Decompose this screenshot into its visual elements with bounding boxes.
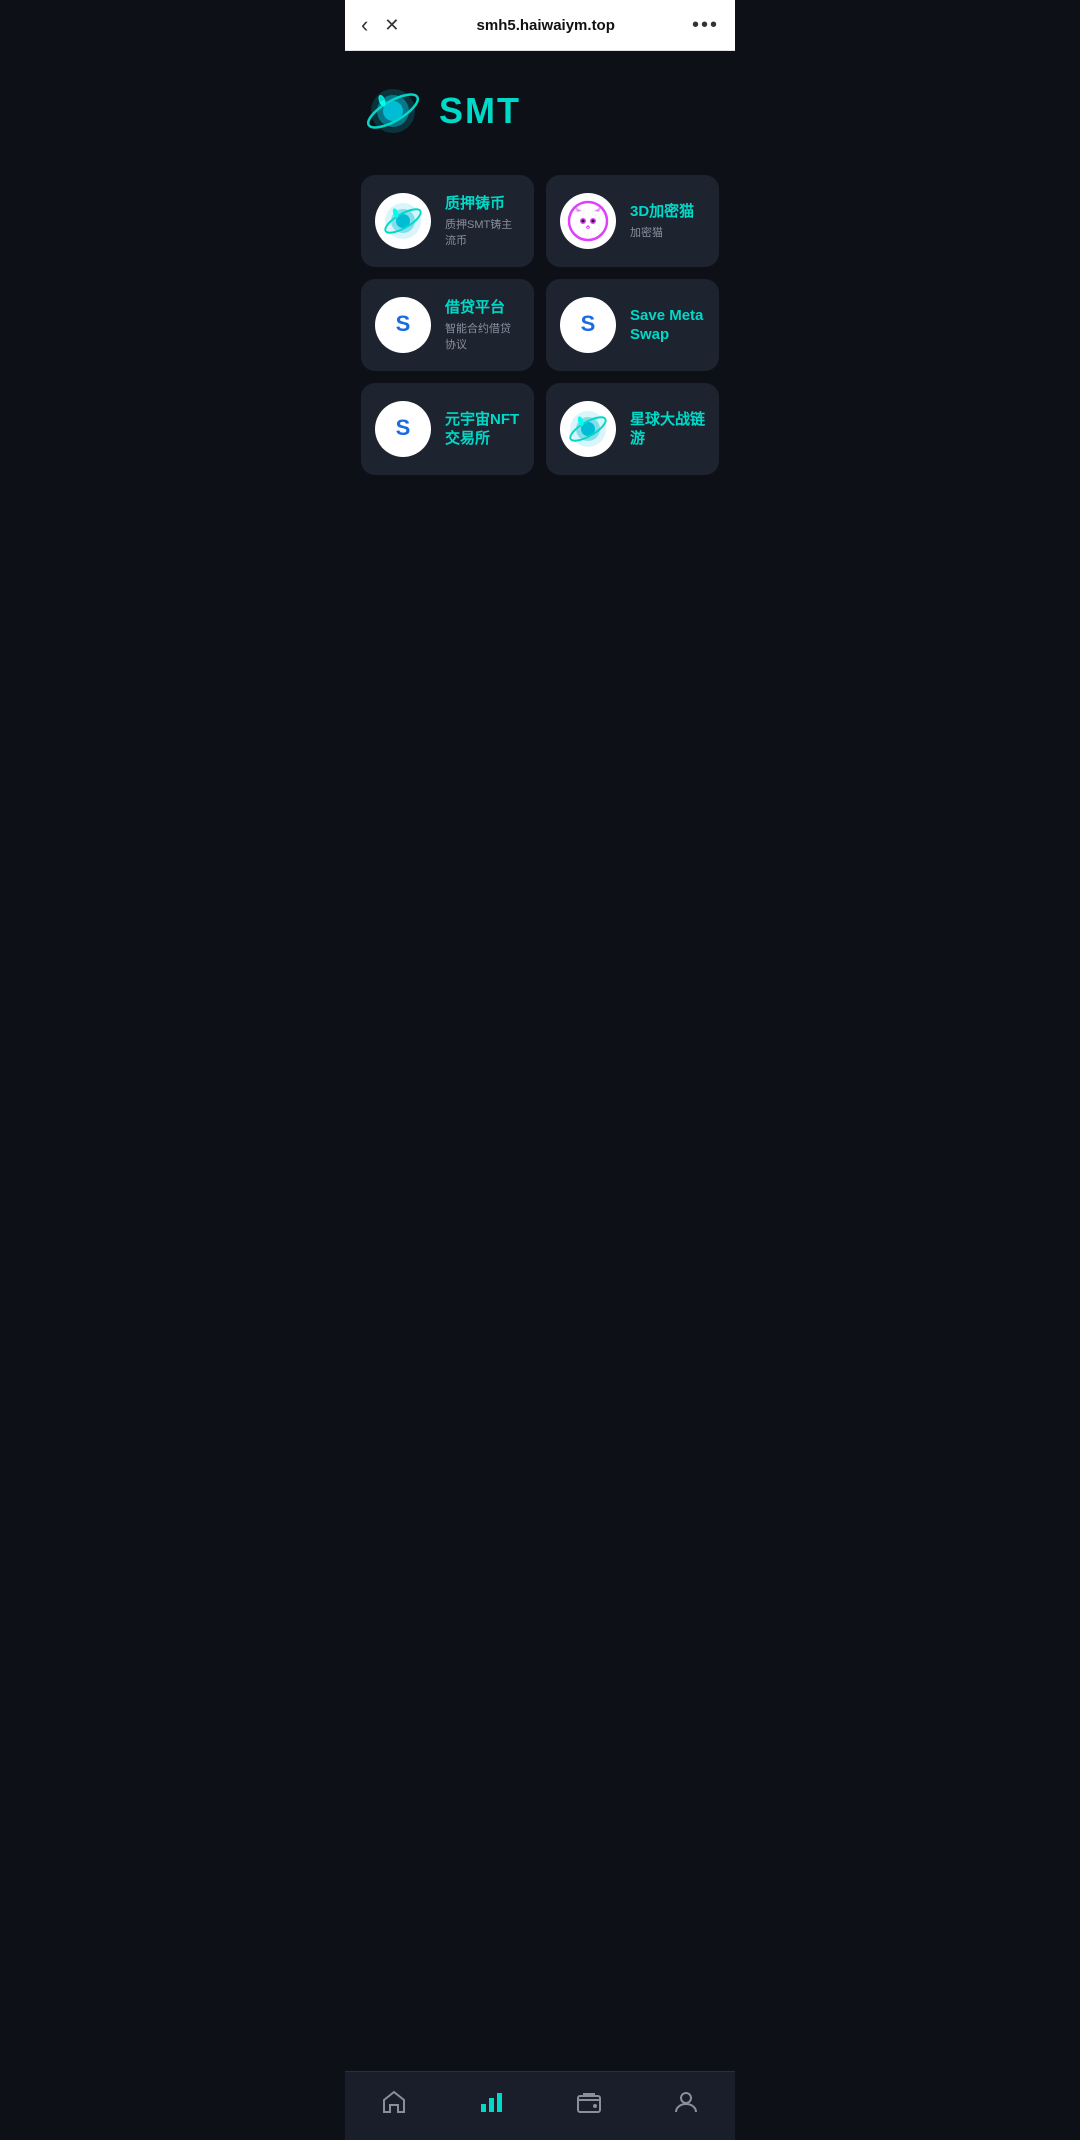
chart-icon <box>477 2088 505 2116</box>
card-subtitle-1: 质押SMT铸主流币 <box>445 216 520 248</box>
home-icon <box>380 2088 408 2116</box>
card-icon-smt2 <box>560 401 616 457</box>
svg-text:S: S <box>396 415 411 440</box>
card-nft[interactable]: S 元宇宙NFT交易所 <box>361 383 534 475</box>
browser-bar: ‹ ✕ smh5.haiwaiym.top ••• <box>345 0 735 51</box>
card-icon-shapeshift-1: S <box>375 297 431 353</box>
card-text-4: Save Meta Swap <box>630 306 705 345</box>
wallet-icon <box>575 2088 603 2116</box>
card-title-1: 质押铸币 <box>445 194 520 214</box>
card-icon-shapeshift-2: S <box>560 297 616 353</box>
card-text-5: 元宇宙NFT交易所 <box>445 410 520 449</box>
nav-profile[interactable] <box>660 2084 712 2120</box>
svg-text:S: S <box>396 311 411 336</box>
card-title-5: 元宇宙NFT交易所 <box>445 410 520 449</box>
app-title: SMT <box>439 90 521 132</box>
browser-nav: ‹ ✕ <box>361 12 399 38</box>
app-header: SMT <box>361 79 719 143</box>
card-icon-cat <box>560 193 616 249</box>
card-save-meta-swap[interactable]: S Save Meta Swap <box>546 279 719 371</box>
svg-text:S: S <box>581 311 596 336</box>
card-text-1: 质押铸币 质押SMT铸主流币 <box>445 194 520 249</box>
bottom-nav <box>345 2071 735 2140</box>
close-button[interactable]: ✕ <box>384 15 399 36</box>
card-text-6: 星球大战链游 <box>630 410 705 449</box>
profile-icon <box>672 2088 700 2116</box>
card-3d-cat[interactable]: 3D加密猫 加密猫 <box>546 175 719 267</box>
card-title-2: 3D加密猫 <box>630 202 705 222</box>
card-subtitle-2: 加密猫 <box>630 224 705 240</box>
card-title-3: 借贷平台 <box>445 298 520 318</box>
url-bar[interactable]: smh5.haiwaiym.top <box>399 17 692 34</box>
card-icon-shapeshift-3: S <box>375 401 431 457</box>
main-content: SMT 质押铸币 质押SMT铸主流币 <box>345 51 735 491</box>
cards-grid: 质押铸币 质押SMT铸主流币 <box>361 175 719 475</box>
nav-chart[interactable] <box>465 2084 517 2120</box>
card-zhi-ya[interactable]: 质押铸币 质押SMT铸主流币 <box>361 175 534 267</box>
card-title-6: 星球大战链游 <box>630 410 705 449</box>
card-subtitle-3: 智能合约借贷协议 <box>445 320 520 352</box>
nav-wallet[interactable] <box>563 2084 615 2120</box>
card-lending[interactable]: S 借贷平台 智能合约借贷协议 <box>361 279 534 371</box>
card-text-2: 3D加密猫 加密猫 <box>630 202 705 241</box>
card-icon-smt <box>375 193 431 249</box>
card-title-4: Save Meta Swap <box>630 306 705 345</box>
back-button[interactable]: ‹ <box>361 12 368 38</box>
more-button[interactable]: ••• <box>692 14 719 37</box>
card-text-3: 借贷平台 智能合约借贷协议 <box>445 298 520 353</box>
card-star-war[interactable]: 星球大战链游 <box>546 383 719 475</box>
app-logo <box>361 79 425 143</box>
nav-home[interactable] <box>368 2084 420 2120</box>
